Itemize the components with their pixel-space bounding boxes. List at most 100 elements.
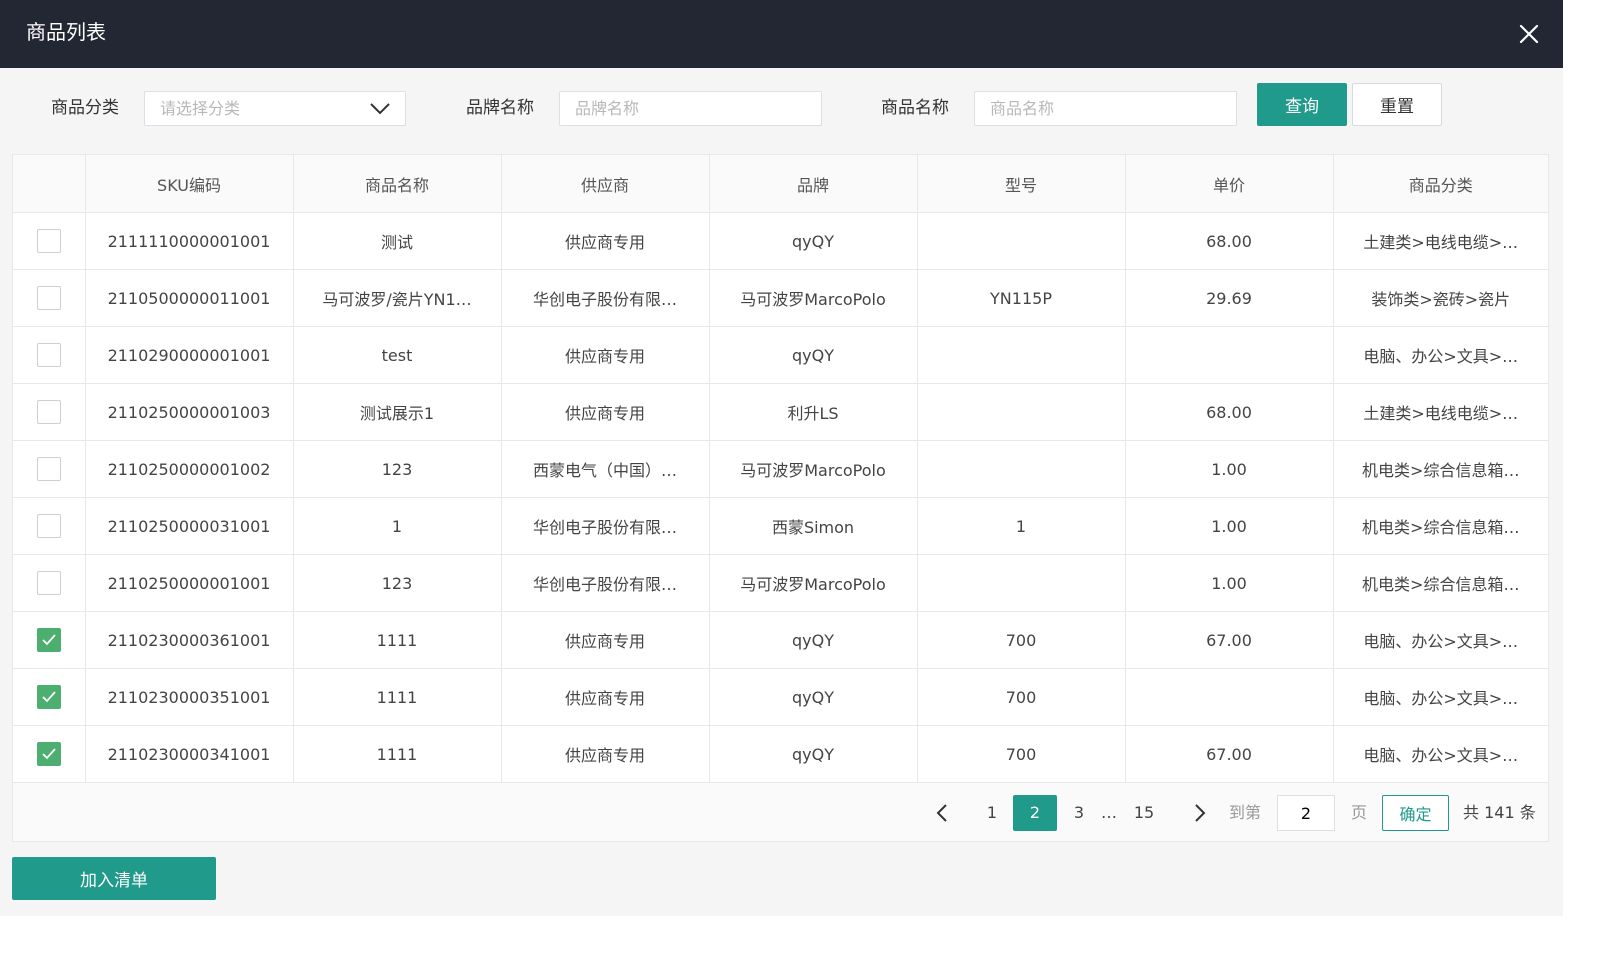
cell-category: 电脑、办公>文具>…	[1333, 611, 1548, 669]
cell-brand: 马可波罗MarcoPolo	[709, 554, 918, 612]
cell-brand: qyQY	[709, 725, 918, 783]
row-select-cell	[13, 440, 86, 498]
header-select	[13, 155, 86, 213]
cell-supplier: 华创电子股份有限…	[501, 269, 710, 327]
row-checkbox[interactable]	[36, 229, 61, 253]
cell-brand: qyQY	[709, 326, 918, 384]
cell-supplier: 供应商专用	[501, 326, 710, 384]
cell-price	[1125, 668, 1334, 726]
cell-model	[917, 383, 1126, 441]
cell-price: 29.69	[1125, 269, 1334, 327]
cell-brand: 西蒙Simon	[709, 497, 918, 555]
goto-page-input[interactable]	[1277, 795, 1335, 831]
cell-category: 机电类>综合信息箱…	[1333, 497, 1548, 555]
cell-category: 土建类>电线电缆>…	[1333, 383, 1548, 441]
row-select-cell	[13, 611, 86, 669]
reset-button[interactable]: 重置	[1352, 83, 1442, 126]
add-to-list-button[interactable]: 加入清单	[12, 857, 216, 900]
row-checkbox[interactable]	[36, 685, 61, 709]
row-select-cell	[13, 497, 86, 555]
cell-sku: 2110500000011001	[85, 269, 294, 327]
total-count: 共 141 条	[1463, 803, 1536, 822]
cell-supplier: 供应商专用	[501, 383, 710, 441]
cell-category: 土建类>电线电缆>…	[1333, 212, 1548, 270]
goto-confirm-button[interactable]: 确定	[1382, 795, 1449, 831]
cell-model: YN115P	[917, 269, 1126, 327]
cell-brand: qyQY	[709, 212, 918, 270]
category-select-placeholder: 请选择分类	[160, 99, 241, 118]
cell-sku: 2110250000001001	[85, 554, 294, 612]
cell-category: 机电类>综合信息箱…	[1333, 554, 1548, 612]
modal-header: 商品列表	[0, 0, 1563, 68]
category-label: 商品分类	[51, 98, 119, 118]
cell-supplier: 供应商专用	[501, 725, 710, 783]
row-checkbox[interactable]	[36, 514, 61, 538]
cell-supplier: 供应商专用	[501, 668, 710, 726]
page-ellipsis: …	[1101, 803, 1117, 822]
product-name-input[interactable]	[974, 91, 1237, 126]
page-3[interactable]: 3	[1068, 795, 1090, 831]
cell-price: 67.00	[1125, 611, 1334, 669]
cell-name: 1	[293, 497, 502, 555]
modal-title: 商品列表	[26, 20, 106, 44]
cell-brand: 马可波罗MarcoPolo	[709, 440, 918, 498]
cell-name: 123	[293, 554, 502, 612]
cell-brand: 马可波罗MarcoPolo	[709, 269, 918, 327]
cell-name: 123	[293, 440, 502, 498]
row-select-cell	[13, 326, 86, 384]
pagination: 1 2 3 … 15 到第 页 确定 共 141 条	[13, 783, 1548, 841]
cell-model: 700	[917, 725, 1126, 783]
cell-brand: 利升LS	[709, 383, 918, 441]
chevron-right-icon	[1195, 804, 1206, 822]
cell-model	[917, 212, 1126, 270]
row-checkbox[interactable]	[36, 628, 61, 652]
cell-price	[1125, 326, 1334, 384]
cell-supplier: 华创电子股份有限…	[501, 554, 710, 612]
cell-name: test	[293, 326, 502, 384]
row-checkbox[interactable]	[36, 742, 61, 766]
category-select[interactable]: 请选择分类	[144, 91, 406, 126]
page-2-current[interactable]: 2	[1013, 795, 1057, 831]
row-checkbox[interactable]	[36, 286, 61, 310]
header-model: 型号	[917, 155, 1126, 213]
row-select-cell	[13, 269, 86, 327]
product-table: SKU编码 商品名称 供应商 品牌 型号 单价 商品分类 21111100000…	[12, 154, 1549, 842]
row-checkbox[interactable]	[36, 343, 61, 367]
header-name: 商品名称	[293, 155, 502, 213]
cell-supplier: 华创电子股份有限…	[501, 497, 710, 555]
cell-category: 电脑、办公>文具>…	[1333, 725, 1548, 783]
cell-price: 1.00	[1125, 497, 1334, 555]
table-row: 2110230000351001 1111 供应商专用 qyQY 700 电脑、办公>文具…	[13, 668, 1548, 726]
close-button[interactable]	[1515, 20, 1543, 48]
row-checkbox[interactable]	[36, 571, 61, 595]
cell-sku: 2110230000341001	[85, 725, 294, 783]
header-supplier: 供应商	[501, 155, 710, 213]
cell-model	[917, 326, 1126, 384]
brand-label: 品牌名称	[466, 98, 534, 118]
row-select-cell	[13, 383, 86, 441]
next-page-button[interactable]	[1189, 795, 1211, 831]
prev-page-button[interactable]	[931, 795, 953, 831]
goto-label: 到第	[1228, 803, 1261, 822]
cell-sku: 2110250000001003	[85, 383, 294, 441]
cell-supplier: 供应商专用	[501, 212, 710, 270]
row-checkbox[interactable]	[36, 400, 61, 424]
search-button[interactable]: 查询	[1257, 83, 1347, 126]
table-row: 2110230000361001 1111 供应商专用 qyQY 700 67.00 电脑、…	[13, 611, 1548, 669]
product-list-modal: 商品列表 商品分类 请选择分类 品牌名称 商品名称 查询 重置 S	[0, 0, 1563, 916]
table-row: 2110290000001001 test 供应商专用 qyQY 电脑、办公>文具>…	[13, 326, 1548, 384]
cell-supplier: 供应商专用	[501, 611, 710, 669]
close-icon	[1519, 24, 1539, 44]
cell-model: 700	[917, 611, 1126, 669]
page-1[interactable]: 1	[980, 795, 1004, 831]
checkmark-icon	[42, 691, 56, 703]
cell-name: 1111	[293, 611, 502, 669]
cell-sku: 2110230000351001	[85, 668, 294, 726]
row-select-cell	[13, 554, 86, 612]
row-checkbox[interactable]	[36, 457, 61, 481]
page-15[interactable]: 15	[1130, 795, 1158, 831]
cell-price: 1.00	[1125, 554, 1334, 612]
cell-price: 68.00	[1125, 212, 1334, 270]
brand-input[interactable]	[559, 91, 822, 126]
cell-brand: qyQY	[709, 611, 918, 669]
